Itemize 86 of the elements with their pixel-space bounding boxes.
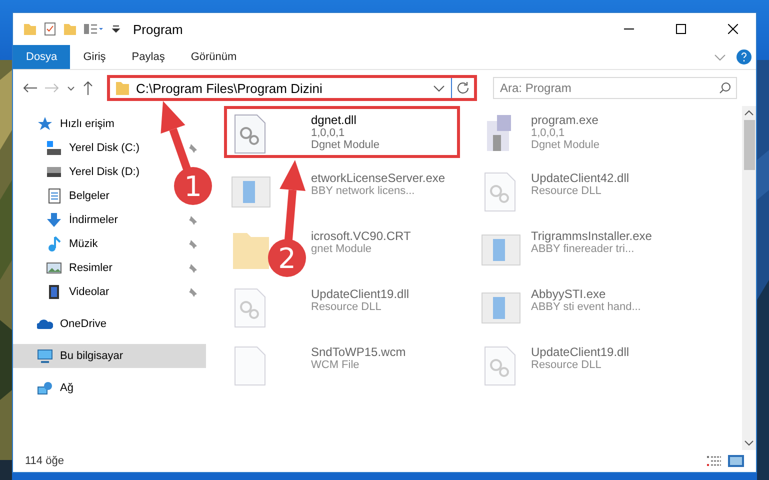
file-name[interactable]: SndToWP15.wcm — [311, 345, 406, 359]
ribbon-tab[interactable]: Paylaş — [118, 45, 178, 69]
scrollbar[interactable] — [742, 106, 756, 450]
step-number: 1 — [184, 170, 202, 203]
sidebar-item[interactable]: İndirmeler — [13, 208, 206, 232]
details-view-icon — [706, 455, 722, 467]
item-count: 114 öğe — [25, 455, 65, 467]
address-path: C:\Program Files\Program Dizini — [136, 80, 324, 96]
sidebar-item[interactable]: Bu bilgisayar — [13, 344, 206, 368]
sidebar-item[interactable]: Ağ — [13, 376, 82, 400]
document-icon — [46, 188, 62, 204]
film-icon — [46, 284, 62, 300]
file-detail: WCM File — [311, 359, 360, 371]
file-detail: Resource DLL — [531, 185, 602, 197]
file-name[interactable]: icrosoft.VC90.CRT — [311, 229, 411, 243]
sidebar-item[interactable]: OneDrive — [13, 312, 114, 336]
folder-icon — [63, 22, 77, 36]
file-detail: ABBY finereader tri... — [531, 243, 636, 255]
sidebar-item[interactable]: Yerel Disk (D:) — [13, 160, 148, 184]
file-detail: Resource DLL — [311, 301, 382, 313]
ribbon-tab[interactable]: Giriş — [70, 45, 119, 69]
step-number: 2 — [278, 242, 296, 275]
ribbon-tab[interactable]: Görünüm — [178, 45, 250, 69]
chevron-down-icon — [714, 54, 726, 60]
help-icon — [736, 49, 752, 65]
up-arrow-icon — [83, 81, 93, 95]
sidebar-item[interactable]: Videolar — [13, 280, 206, 304]
large-icons-view-icon — [728, 455, 744, 467]
chevron-down-icon — [433, 84, 445, 92]
folder-icon — [23, 22, 37, 36]
monitor-icon — [37, 348, 53, 364]
window-title: Program — [133, 22, 184, 36]
folder-icon — [114, 80, 130, 96]
back-button[interactable] — [21, 81, 39, 95]
sidebar-item[interactable]: Resimler — [13, 256, 206, 280]
pin-icon — [188, 215, 198, 225]
sidebar-item[interactable]: Hızlı erişim — [13, 112, 122, 136]
address-bar[interactable]: C:\Program Files\Program Dizini — [107, 75, 477, 101]
sidebar-item[interactable]: Yerel Disk (C:) — [13, 136, 206, 160]
file-detail: 1,0,0,1 — [311, 127, 346, 139]
sidebar-item[interactable]: Belgeler — [13, 184, 118, 208]
file-name[interactable]: UpdateClient19.dll — [531, 345, 630, 359]
ribbon-tab[interactable]: Dosya — [13, 45, 70, 69]
chevron-down-icon — [67, 86, 75, 90]
file-detail: 1,0,0,1 — [531, 127, 566, 139]
file-detail: Dgnet Module — [531, 139, 600, 151]
file-name[interactable]: UpdateClient42.dll — [531, 171, 630, 185]
properties-icon — [43, 22, 57, 36]
music-note-icon — [46, 236, 62, 252]
step-marker — [268, 239, 306, 277]
file-name[interactable]: AbbyySTI.exe — [531, 287, 641, 301]
file-detail: Resource DLL — [531, 359, 602, 371]
search-field[interactable]: Ara: Program — [493, 77, 737, 99]
pin-icon — [188, 287, 198, 297]
pin-icon — [188, 263, 198, 273]
search-icon — [719, 82, 731, 94]
recent-locations-button[interactable] — [65, 84, 77, 92]
close-icon — [728, 24, 738, 34]
chevron-up-icon — [744, 110, 754, 116]
drive-icon — [46, 140, 62, 156]
step-marker — [174, 167, 212, 205]
picture-icon — [46, 260, 62, 276]
scrollbar-thumb[interactable] — [744, 120, 754, 170]
up-button[interactable] — [81, 79, 95, 97]
pin-icon — [188, 239, 198, 249]
forward-arrow-icon — [45, 83, 59, 93]
file-detail: gnet Module — [311, 243, 373, 255]
refresh-icon — [456, 81, 470, 95]
file-detail: ABBY sti event hand... — [531, 301, 641, 313]
star-icon — [37, 116, 53, 132]
chevron-down-icon — [744, 440, 754, 446]
file-detail: BBY network licens... — [311, 185, 416, 197]
drive-icon — [46, 164, 62, 180]
file-detail: Dgnet Module — [311, 139, 380, 151]
maximize-icon — [676, 24, 686, 34]
sidebar-item[interactable]: Müzik — [13, 232, 206, 256]
download-icon — [46, 212, 62, 228]
file-name[interactable]: TrigrammsInstaller.exe — [531, 229, 652, 243]
file-name[interactable]: dgnet.dll — [311, 113, 380, 127]
file-name[interactable]: UpdateClient19.dll — [311, 287, 410, 301]
pin-icon — [188, 143, 198, 153]
file-name[interactable]: program.exe — [531, 113, 600, 127]
network-icon — [37, 380, 53, 396]
back-arrow-icon — [23, 83, 37, 93]
file-name[interactable]: etworkLicenseServer.exe — [311, 171, 446, 185]
view-options-icon — [83, 22, 105, 36]
